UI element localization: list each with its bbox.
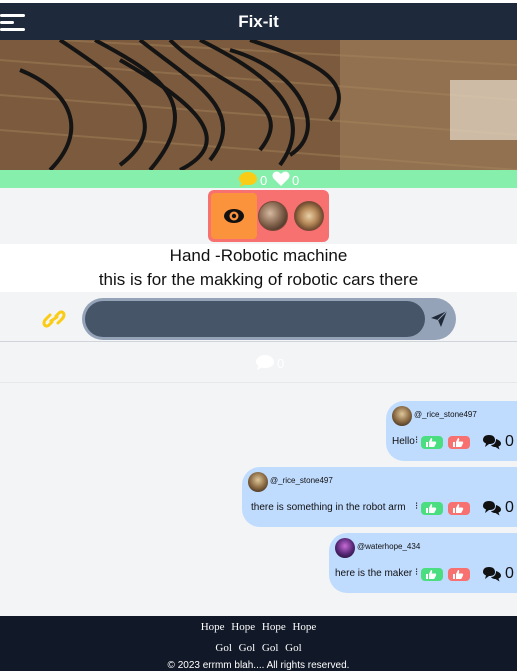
comment-username[interactable]: @waterhope_434 xyxy=(357,542,420,551)
more-options-icon[interactable]: ⁝ xyxy=(415,435,418,446)
comment-username[interactable]: @_rice_stone497 xyxy=(270,476,333,485)
upvote-button[interactable] xyxy=(421,502,443,515)
post-image xyxy=(0,40,517,170)
thumbs-down-icon xyxy=(453,504,464,513)
reply-button[interactable]: 0 xyxy=(482,565,514,583)
eye-icon xyxy=(224,209,244,223)
comments-count-row: 0 xyxy=(0,343,517,383)
avatar[interactable] xyxy=(392,406,412,426)
collaborator-avatar[interactable] xyxy=(258,201,288,231)
footer-link[interactable]: Gol xyxy=(239,642,256,654)
thumbs-down-icon xyxy=(453,570,464,579)
replies-icon xyxy=(483,501,501,516)
view-button[interactable] xyxy=(211,193,257,239)
footer-links-row: Gol Gol Gol Gol xyxy=(0,642,517,654)
comment-bubble: @_rice_stone497 Hello ⁝ 0 xyxy=(386,401,517,461)
avatar[interactable] xyxy=(248,472,268,492)
comment-bubble: @_rice_stone497 there is something in th… xyxy=(242,467,517,527)
thumbs-up-icon xyxy=(426,570,437,579)
more-options-icon[interactable]: ⁝ xyxy=(415,567,418,578)
comment-header: @_rice_stone497 xyxy=(392,406,477,426)
heart-icon xyxy=(272,171,290,186)
post-actions xyxy=(208,190,329,242)
post-title: Hand -Robotic machine xyxy=(169,246,348,265)
reply-button[interactable]: 0 xyxy=(482,499,514,517)
comment-text: here is the maker xyxy=(335,568,413,579)
post-comments-count: 0 xyxy=(260,173,268,188)
footer-link[interactable]: Gol xyxy=(285,642,302,654)
reply-count: 0 xyxy=(505,565,514,582)
replies-icon xyxy=(483,567,501,582)
link-icon[interactable] xyxy=(42,308,66,330)
comment-composer xyxy=(0,292,517,342)
replies-icon xyxy=(483,435,501,450)
post-likes-stat[interactable]: 0 xyxy=(272,170,299,188)
footer-link[interactable]: Gol xyxy=(215,642,232,654)
post-details: Hand -Robotic machine this is for the ma… xyxy=(0,244,517,292)
post-stats-bar: 0 0 xyxy=(0,170,517,188)
footer-link[interactable]: Hope xyxy=(231,621,255,633)
downvote-button[interactable] xyxy=(448,502,470,515)
footer-link[interactable]: Hope xyxy=(201,621,225,633)
comment-bubble: @waterhope_434 here is the maker ⁝ 0 xyxy=(329,533,517,593)
downvote-button[interactable] xyxy=(448,436,470,449)
reply-count: 0 xyxy=(505,433,514,450)
reply-button[interactable]: 0 xyxy=(482,433,514,451)
app-title: Fix-it xyxy=(238,12,279,31)
comment-header: @_rice_stone497 xyxy=(248,472,333,492)
thumbs-up-icon xyxy=(426,504,437,513)
reply-count: 0 xyxy=(505,499,514,516)
comment-username[interactable]: @_rice_stone497 xyxy=(414,410,477,419)
comment-input[interactable] xyxy=(85,301,425,337)
collaborator-avatar[interactable] xyxy=(294,201,324,231)
comments-total-stat: 0 xyxy=(255,353,284,371)
comment-text: there is something in the robot arm xyxy=(251,502,406,513)
footer-link[interactable]: Hope xyxy=(262,621,286,633)
comment-icon xyxy=(239,171,257,187)
send-icon[interactable] xyxy=(430,310,448,328)
footer-link[interactable]: Gol xyxy=(262,642,279,654)
upvote-button[interactable] xyxy=(421,436,443,449)
footer: Hope Hope Hope Hope Gol Gol Gol Gol © 20… xyxy=(0,616,517,671)
comment-text: Hello xyxy=(392,436,415,447)
thumbs-up-icon xyxy=(426,438,437,447)
post-description: this is for the makking of robotic cars … xyxy=(98,270,419,289)
comment-icon xyxy=(256,354,274,370)
copyright-text: © 2023 errmm blah.... All rights reserve… xyxy=(167,660,350,671)
downvote-button[interactable] xyxy=(448,568,470,581)
upvote-button[interactable] xyxy=(421,568,443,581)
thumbs-down-icon xyxy=(453,438,464,447)
footer-link[interactable]: Hope xyxy=(292,621,316,633)
footer-links-row: Hope Hope Hope Hope xyxy=(0,621,517,633)
comments-total-count: 0 xyxy=(277,356,285,371)
top-navbar: Fix-it xyxy=(0,0,517,40)
avatar[interactable] xyxy=(335,538,355,558)
more-options-icon[interactable]: ⁝ xyxy=(415,501,418,512)
comment-header: @waterhope_434 xyxy=(335,538,420,558)
comment-input-wrapper xyxy=(82,298,456,340)
post-likes-count: 0 xyxy=(292,173,300,188)
post-comments-stat[interactable]: 0 xyxy=(238,170,267,188)
